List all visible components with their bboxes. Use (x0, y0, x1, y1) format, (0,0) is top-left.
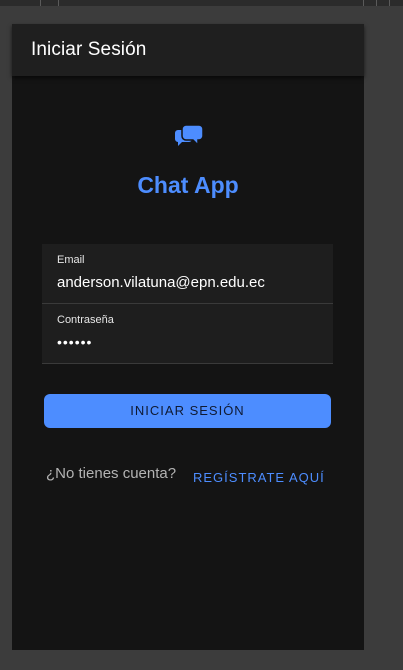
app-bar: Iniciar Sesión (12, 24, 364, 76)
ruler-tick (40, 0, 41, 6)
login-button[interactable]: INICIAR SESIÓN (44, 394, 331, 428)
no-account-text: ¿No tienes cuenta? (46, 465, 177, 482)
ruler-tick (389, 0, 390, 6)
ruler-tick (376, 0, 377, 6)
page-title: Iniciar Sesión (31, 39, 147, 60)
password-field[interactable]: Contraseña •••••• (42, 304, 333, 364)
password-label: Contraseña (57, 314, 114, 326)
ruler-tick (363, 0, 364, 6)
register-link[interactable]: REGÍSTRATE AQUÍ (193, 470, 325, 485)
email-input[interactable]: anderson.vilatuna@epn.edu.ec (57, 274, 265, 291)
password-input[interactable]: •••••• (57, 334, 92, 350)
phone-screen: Iniciar Sesión Chat App Email anderson.v… (12, 24, 364, 650)
email-field[interactable]: Email anderson.vilatuna@epn.edu.ec (42, 244, 333, 304)
email-label: Email (57, 254, 85, 266)
app-name: Chat App (137, 172, 239, 198)
login-form: Email anderson.vilatuna@epn.edu.ec Contr… (42, 244, 333, 364)
ruler-tick (58, 0, 59, 6)
chat-bubbles-icon (175, 124, 204, 147)
window-top-strip (0, 0, 403, 6)
